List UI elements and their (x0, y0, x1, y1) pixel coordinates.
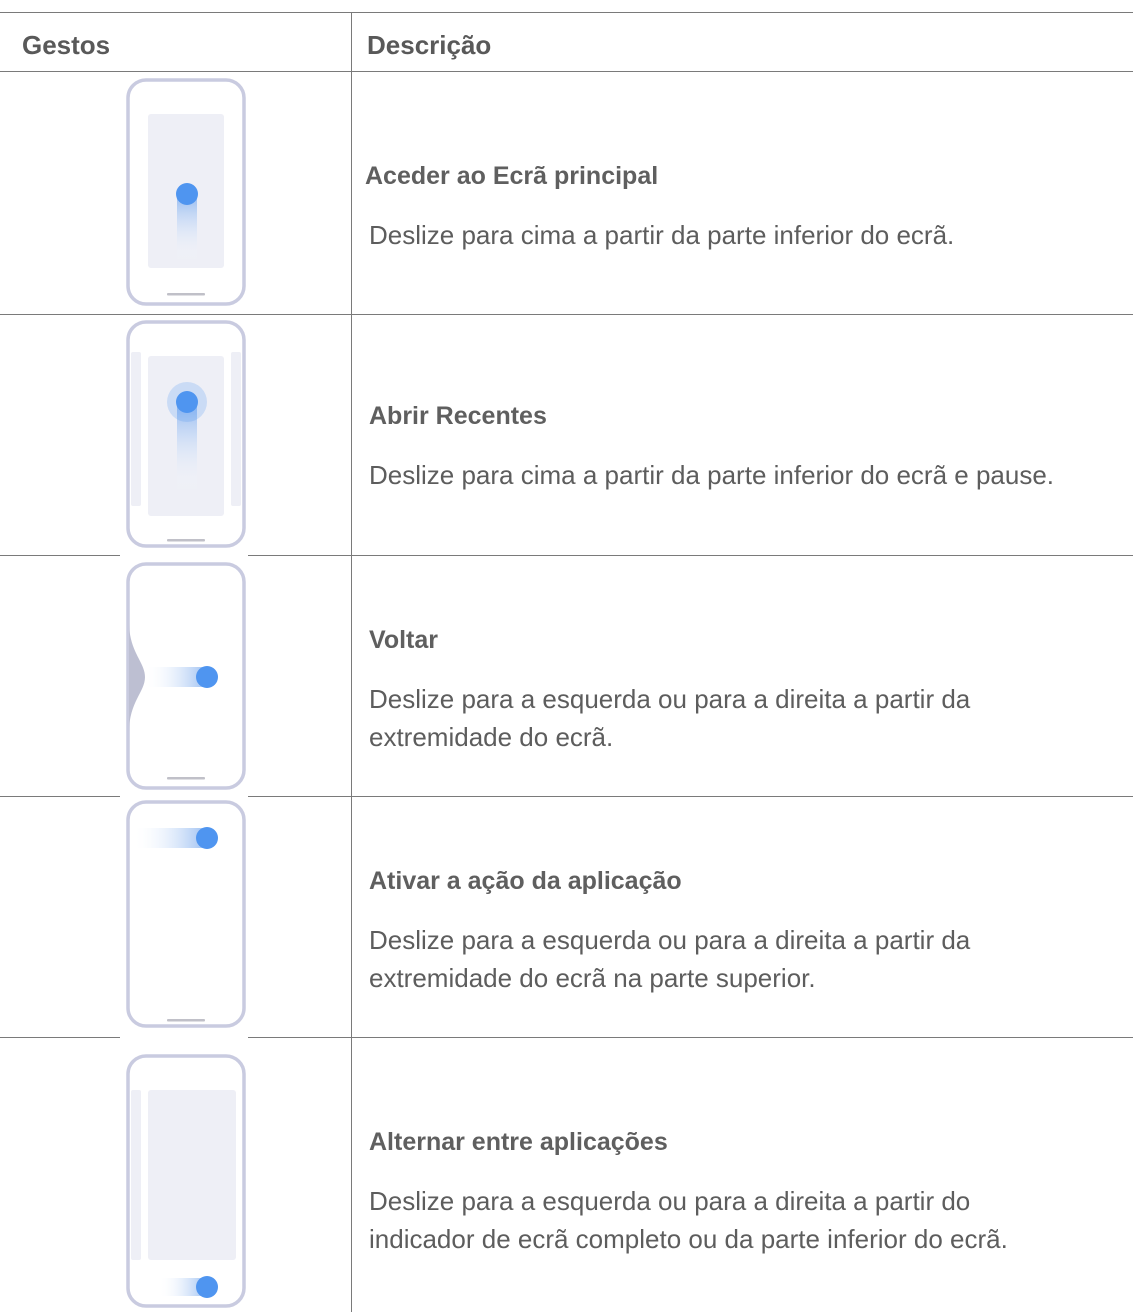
row-description: Deslize para cima a partir da parte infe… (369, 216, 954, 254)
description-line: extremidade do ecrã na parte superior. (369, 963, 816, 993)
header-gestures: Gestos (22, 30, 111, 60)
row-description: Deslize para a esquerda ou para a direit… (369, 680, 970, 756)
row-title: Voltar (369, 626, 438, 654)
description-line: indicador de ecrã completo ou da parte i… (369, 1224, 1008, 1254)
description-line: Deslize para a esquerda ou para a direit… (369, 1186, 971, 1216)
divider-gap (120, 554, 248, 557)
gestures-table: Gestos Descrição Aceder ao Ecrã principa… (0, 0, 1133, 1312)
description-line: Deslize para cima a partir da parte infe… (369, 460, 1055, 490)
swipe-edge-back-icon (119, 562, 251, 792)
swipe-top-edge-action-icon (119, 800, 251, 1030)
column-divider (351, 12, 352, 1312)
swipe-up-home-icon (119, 78, 251, 308)
table-top-border (0, 12, 1133, 13)
row-description: Deslize para a esquerda ou para a direit… (369, 1182, 1008, 1258)
swipe-up-pause-recents-icon (119, 320, 251, 550)
row-divider (0, 314, 1133, 315)
header-divider (0, 71, 1133, 72)
description-line: Deslize para a esquerda ou para a direit… (369, 684, 971, 714)
description-line: Deslize para a esquerda ou para a direit… (369, 925, 971, 955)
swipe-bottom-switch-apps-icon (119, 1054, 251, 1308)
description-line: extremidade do ecrã. (369, 722, 614, 752)
header-description: Descrição (367, 30, 492, 60)
row-title: Ativar a ação da aplicação (369, 867, 682, 895)
row-description: Deslize para cima a partir da parte infe… (369, 456, 1054, 494)
row-title: Abrir Recentes (369, 402, 547, 430)
divider-gap (120, 1036, 248, 1039)
row-title: Alternar entre aplicações (369, 1128, 668, 1156)
row-description: Deslize para a esquerda ou para a direit… (369, 921, 970, 997)
row-title: Aceder ao Ecrã principal (365, 162, 659, 190)
divider-gap (120, 795, 248, 798)
description-line: Deslize para cima a partir da parte infe… (369, 220, 955, 250)
